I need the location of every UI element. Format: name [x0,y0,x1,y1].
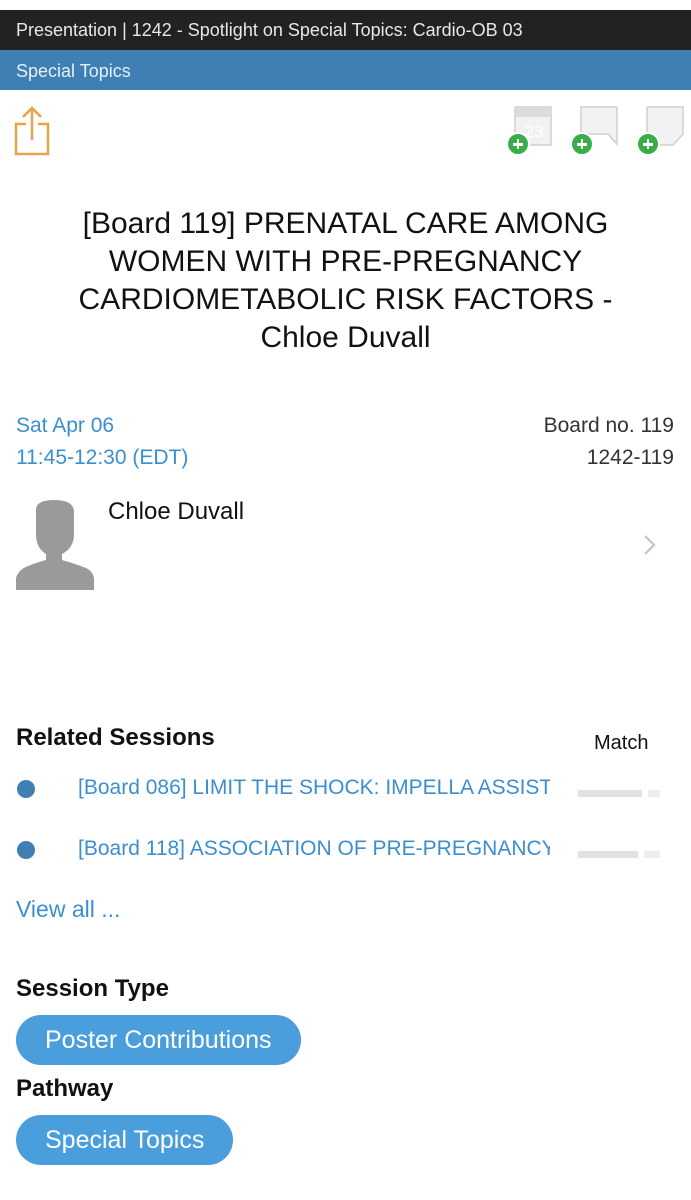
session-datetime: Sat Apr 06 11:45-12:30 (EDT) [16,410,188,474]
board-number: Board no. 119 [543,414,674,437]
match-bar-remainder [644,851,660,858]
add-bookmark-button[interactable] [570,104,620,156]
window-title: Presentation | 1242 - Spotlight on Speci… [16,20,523,40]
share-icon [14,106,50,156]
plus-icon [636,132,660,156]
session-type-heading: Session Type [16,975,169,1002]
session-title: [Board 119] PRENATAL CARE AMONG WOMEN WI… [78,207,613,354]
view-all-link[interactable]: View all ... [16,896,120,923]
session-type-tag[interactable]: Poster Contributions [16,1015,301,1065]
pathway-tag[interactable]: Special Topics [16,1115,234,1165]
related-sessions-heading: Related Sessions [16,724,215,751]
add-to-calendar-button[interactable]: 23 [506,104,556,156]
board-info: Board no. 119 1242-119 [544,410,674,474]
section-header-bar: Special Topics [0,50,691,90]
share-button[interactable] [14,106,50,156]
section-header-label: Special Topics [16,61,131,81]
pathway-heading: Pathway [16,1075,114,1102]
board-code: 1242-119 [586,446,674,469]
session-date: Sat Apr 06 [16,414,115,437]
match-bar [578,851,638,858]
add-note-button[interactable] [636,104,686,156]
status-strip [0,0,691,10]
match-bar [578,790,642,797]
bullet-dot [17,841,35,859]
related-session-title: [Board 086] LIMIT THE SHOCK: IMPELLA ASS… [78,776,550,799]
match-bar-remainder [648,790,660,797]
related-session-item[interactable]: [Board 086] LIMIT THE SHOCK: IMPELLA ASS… [0,768,691,812]
session-time: 11:45-12:30 (EDT) [16,446,189,469]
related-session-title: [Board 118] ASSOCIATION OF PRE-PREGNANCY [78,837,550,860]
presenter-name: Chloe Duvall [108,498,245,525]
window-title-bar: Presentation | 1242 - Spotlight on Speci… [0,10,691,50]
chevron-right-icon [644,535,656,555]
plus-icon [570,132,594,156]
match-column-label: Match [594,732,649,754]
related-session-item[interactable]: [Board 118] ASSOCIATION OF PRE-PREGNANCY [0,829,691,873]
presenter-row[interactable]: Chloe Duvall [0,490,691,600]
plus-icon [506,132,530,156]
bullet-dot [17,780,35,798]
avatar [16,498,94,590]
